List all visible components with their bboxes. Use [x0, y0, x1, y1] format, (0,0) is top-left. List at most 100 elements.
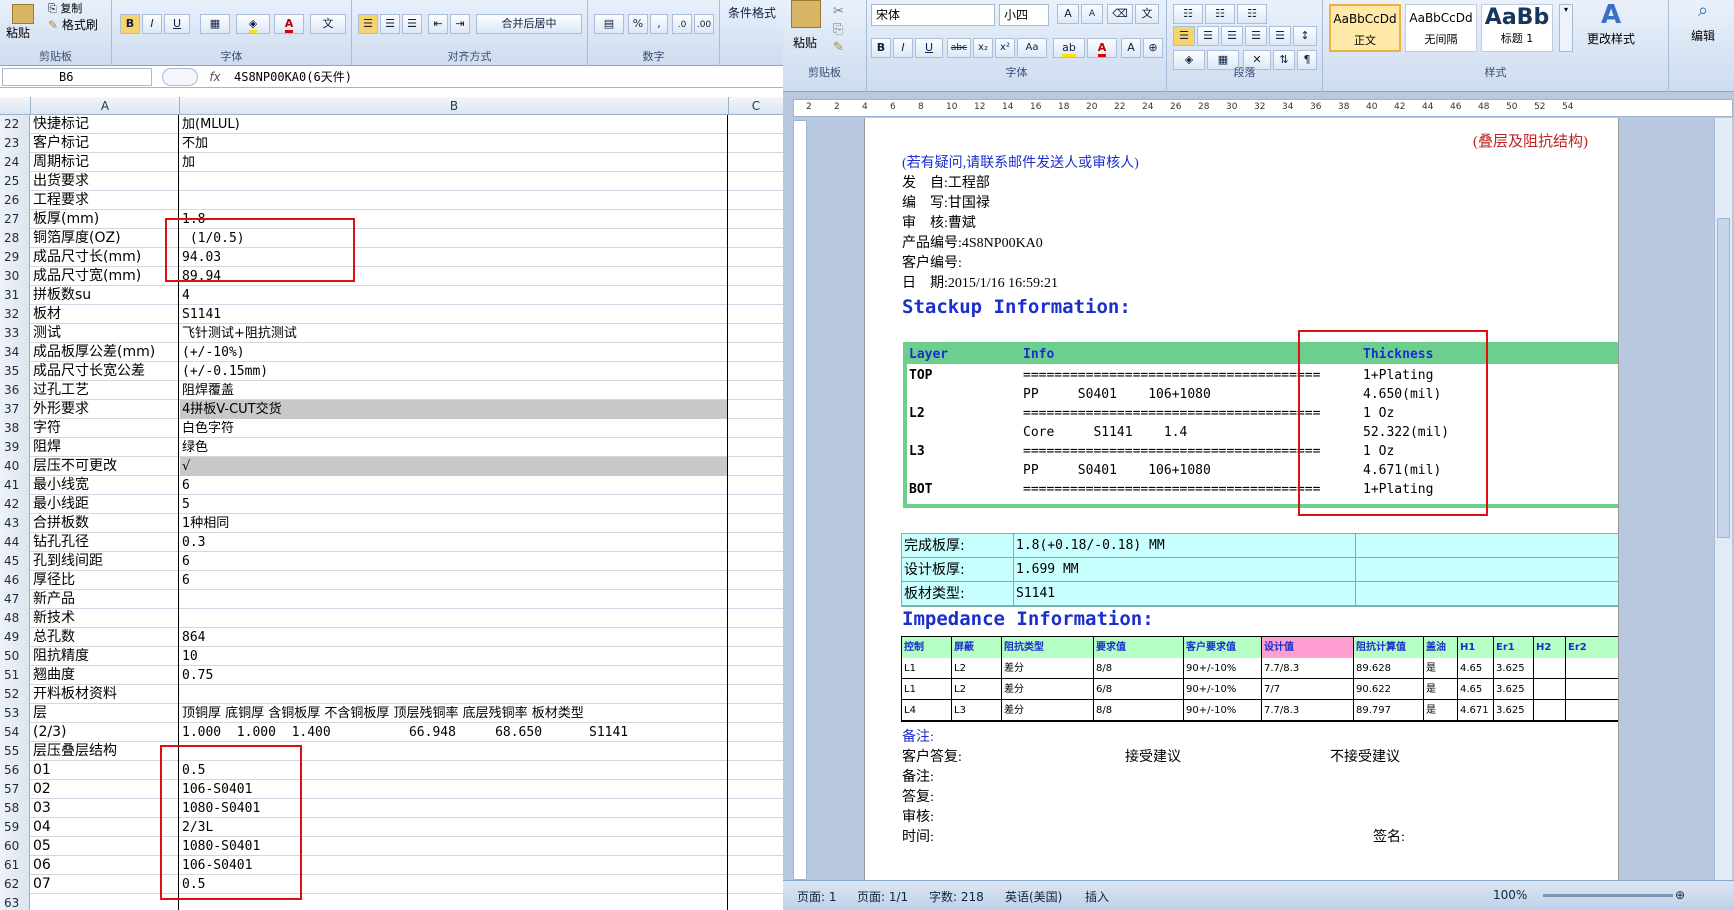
border-button[interactable]: ▦	[200, 14, 230, 34]
row-number[interactable]: 55	[0, 742, 30, 761]
sheet-row[interactable]: 51 翘曲度 0.75	[0, 666, 783, 685]
row-number[interactable]: 56	[0, 761, 30, 780]
italic-button[interactable]: I	[142, 14, 162, 34]
row-number[interactable]: 53	[0, 704, 30, 723]
word-paste-button[interactable]: 粘贴	[793, 34, 817, 51]
row-number[interactable]: 49	[0, 628, 30, 647]
sheet-row[interactable]: 60 05 1080-S0401	[0, 837, 783, 856]
cell-a[interactable]: 02	[31, 780, 179, 799]
sheet-row[interactable]: 63	[0, 894, 783, 910]
row-number[interactable]: 50	[0, 647, 30, 666]
sheet-row[interactable]: 29 成品尺寸长(mm) 94.03	[0, 248, 783, 267]
format-painter-icon[interactable]: ✎	[833, 40, 844, 55]
cell-a[interactable]: 01	[31, 761, 179, 780]
cell-b[interactable]: 白色字符	[180, 419, 728, 438]
row-number[interactable]: 40	[0, 457, 30, 476]
vertical-scrollbar[interactable]	[1714, 118, 1732, 880]
edit-button[interactable]: ⌕ 编辑	[1678, 0, 1728, 44]
cell-b[interactable]	[180, 191, 728, 210]
sheet-row[interactable]: 25 出货要求	[0, 172, 783, 191]
indent-button[interactable]: ⇥	[450, 14, 470, 34]
cell-a[interactable]: 拼板数su	[31, 286, 179, 305]
cell-b[interactable]: 飞针测试+阻抗测试	[180, 324, 728, 343]
format-painter-button[interactable]: ✎ 格式刷	[48, 16, 98, 33]
row-number[interactable]: 26	[0, 191, 30, 210]
word-align-right-button[interactable]: ☰	[1221, 26, 1243, 46]
copy-icon[interactable]: ⎘	[833, 22, 843, 37]
cell-b[interactable]: 4拼板V-CUT交货	[180, 400, 728, 419]
zoom-in-icon[interactable]: ⊕	[1675, 888, 1685, 902]
cell-a[interactable]: 成品尺寸长(mm)	[31, 248, 179, 267]
cell-a[interactable]: 厚径比	[31, 571, 179, 590]
sheet-row[interactable]: 58 03 1080-S0401	[0, 799, 783, 818]
strikethrough-button[interactable]: abc	[947, 38, 971, 58]
copy-button[interactable]: ⎘ 复制	[48, 0, 82, 16]
sheet-row[interactable]: 32 板材 S1141	[0, 305, 783, 324]
font-name-select[interactable]: 宋体	[871, 4, 995, 26]
cell-b[interactable]: (+/-0.15mm)	[180, 362, 728, 381]
cell-a[interactable]: 阻抗精度	[31, 647, 179, 666]
sheet-row[interactable]: 36 过孔工艺 阻焊覆盖	[0, 381, 783, 400]
justify-button[interactable]: ☰	[1245, 26, 1267, 46]
sheet-row[interactable]: 62 07 0.5	[0, 875, 783, 894]
word-align-left-button[interactable]: ☰	[1173, 26, 1195, 46]
sheet-row[interactable]: 47 新产品	[0, 590, 783, 609]
cell-a[interactable]: 字符	[31, 419, 179, 438]
cell-b[interactable]: 加	[180, 153, 728, 172]
row-number[interactable]: 32	[0, 305, 30, 324]
increase-decimal-button[interactable]: .0	[672, 14, 692, 34]
row-number[interactable]: 48	[0, 609, 30, 628]
row-number[interactable]: 45	[0, 552, 30, 571]
phonetic-guide-button[interactable]: 文	[1135, 4, 1159, 24]
status-insert-mode[interactable]: 插入	[1085, 888, 1109, 905]
row-number[interactable]: 23	[0, 134, 30, 153]
select-all-corner[interactable]	[0, 97, 31, 115]
sheet-row[interactable]: 22 快捷标记 加(MLUL)	[0, 115, 783, 134]
row-number[interactable]: 27	[0, 210, 30, 229]
underline-button[interactable]: U	[164, 14, 190, 34]
char-shading-button[interactable]: A	[1121, 38, 1141, 58]
cell-a[interactable]: 开料板材资料	[31, 685, 179, 704]
sheet-row[interactable]: 40 层压不可更改 √	[0, 457, 783, 476]
cell-b[interactable]: 绿色	[180, 438, 728, 457]
align-left-button[interactable]: ☰	[358, 14, 378, 34]
cell-b[interactable]	[180, 685, 728, 704]
name-box[interactable]: B6	[2, 68, 152, 86]
cell-a[interactable]: 工程要求	[31, 191, 179, 210]
phonetic-button[interactable]: 文	[310, 14, 346, 34]
cell-a[interactable]: 出货要求	[31, 172, 179, 191]
cell-a[interactable]: 外形要求	[31, 400, 179, 419]
comma-button[interactable]: ,	[650, 14, 668, 34]
row-number[interactable]: 42	[0, 495, 30, 514]
word-bold-button[interactable]: B	[871, 38, 891, 58]
row-number[interactable]: 62	[0, 875, 30, 894]
sheet-row[interactable]: 27 板厚(mm) 1.8	[0, 210, 783, 229]
fx-button[interactable]: fx	[200, 68, 230, 86]
cell-a[interactable]: 过孔工艺	[31, 381, 179, 400]
cell-b[interactable]: 0.3	[180, 533, 728, 552]
cut-icon[interactable]: ✂	[833, 4, 844, 19]
cell-a[interactable]: 04	[31, 818, 179, 837]
styles-scroll[interactable]: ▾	[1559, 4, 1573, 52]
decrease-decimal-button[interactable]: .00	[694, 14, 714, 34]
row-number[interactable]: 37	[0, 400, 30, 419]
merge-center-button[interactable]: 合并后居中	[476, 14, 582, 34]
cell-a[interactable]: 客户标记	[31, 134, 179, 153]
status-language[interactable]: 英语(美国)	[1005, 888, 1062, 905]
row-number[interactable]: 60	[0, 837, 30, 856]
change-styles-button[interactable]: A 更改样式	[1579, 0, 1643, 47]
column-header-c[interactable]: C	[729, 97, 783, 115]
bold-button[interactable]: B	[120, 14, 140, 34]
sheet-row[interactable]: 61 06 106-S0401	[0, 856, 783, 875]
cell-b[interactable]: 6	[180, 552, 728, 571]
cell-b[interactable]: 0.75	[180, 666, 728, 685]
column-header-a[interactable]: A	[31, 97, 180, 115]
cell-a[interactable]: 测试	[31, 324, 179, 343]
multilevel-button[interactable]: ☷	[1237, 4, 1267, 24]
sheet-row[interactable]: 28 铜箔厚度(OZ) (1/0.5)	[0, 229, 783, 248]
cell-a[interactable]: 层压不可更改	[31, 457, 179, 476]
horizontal-ruler[interactable]: 2 2 4 6 8 10 12 14 16 18 20 22 24 26 28 30 32 34 36 38 40 42 4…	[793, 99, 1733, 117]
status-words[interactable]: 字数: 218	[929, 888, 984, 905]
row-number[interactable]: 63	[0, 894, 30, 910]
sheet-grid[interactable]: 22 快捷标记 加(MLUL) 23 客户标记 不加 24 周期标记加 25 出货要求 26 工程要求…	[0, 115, 783, 910]
